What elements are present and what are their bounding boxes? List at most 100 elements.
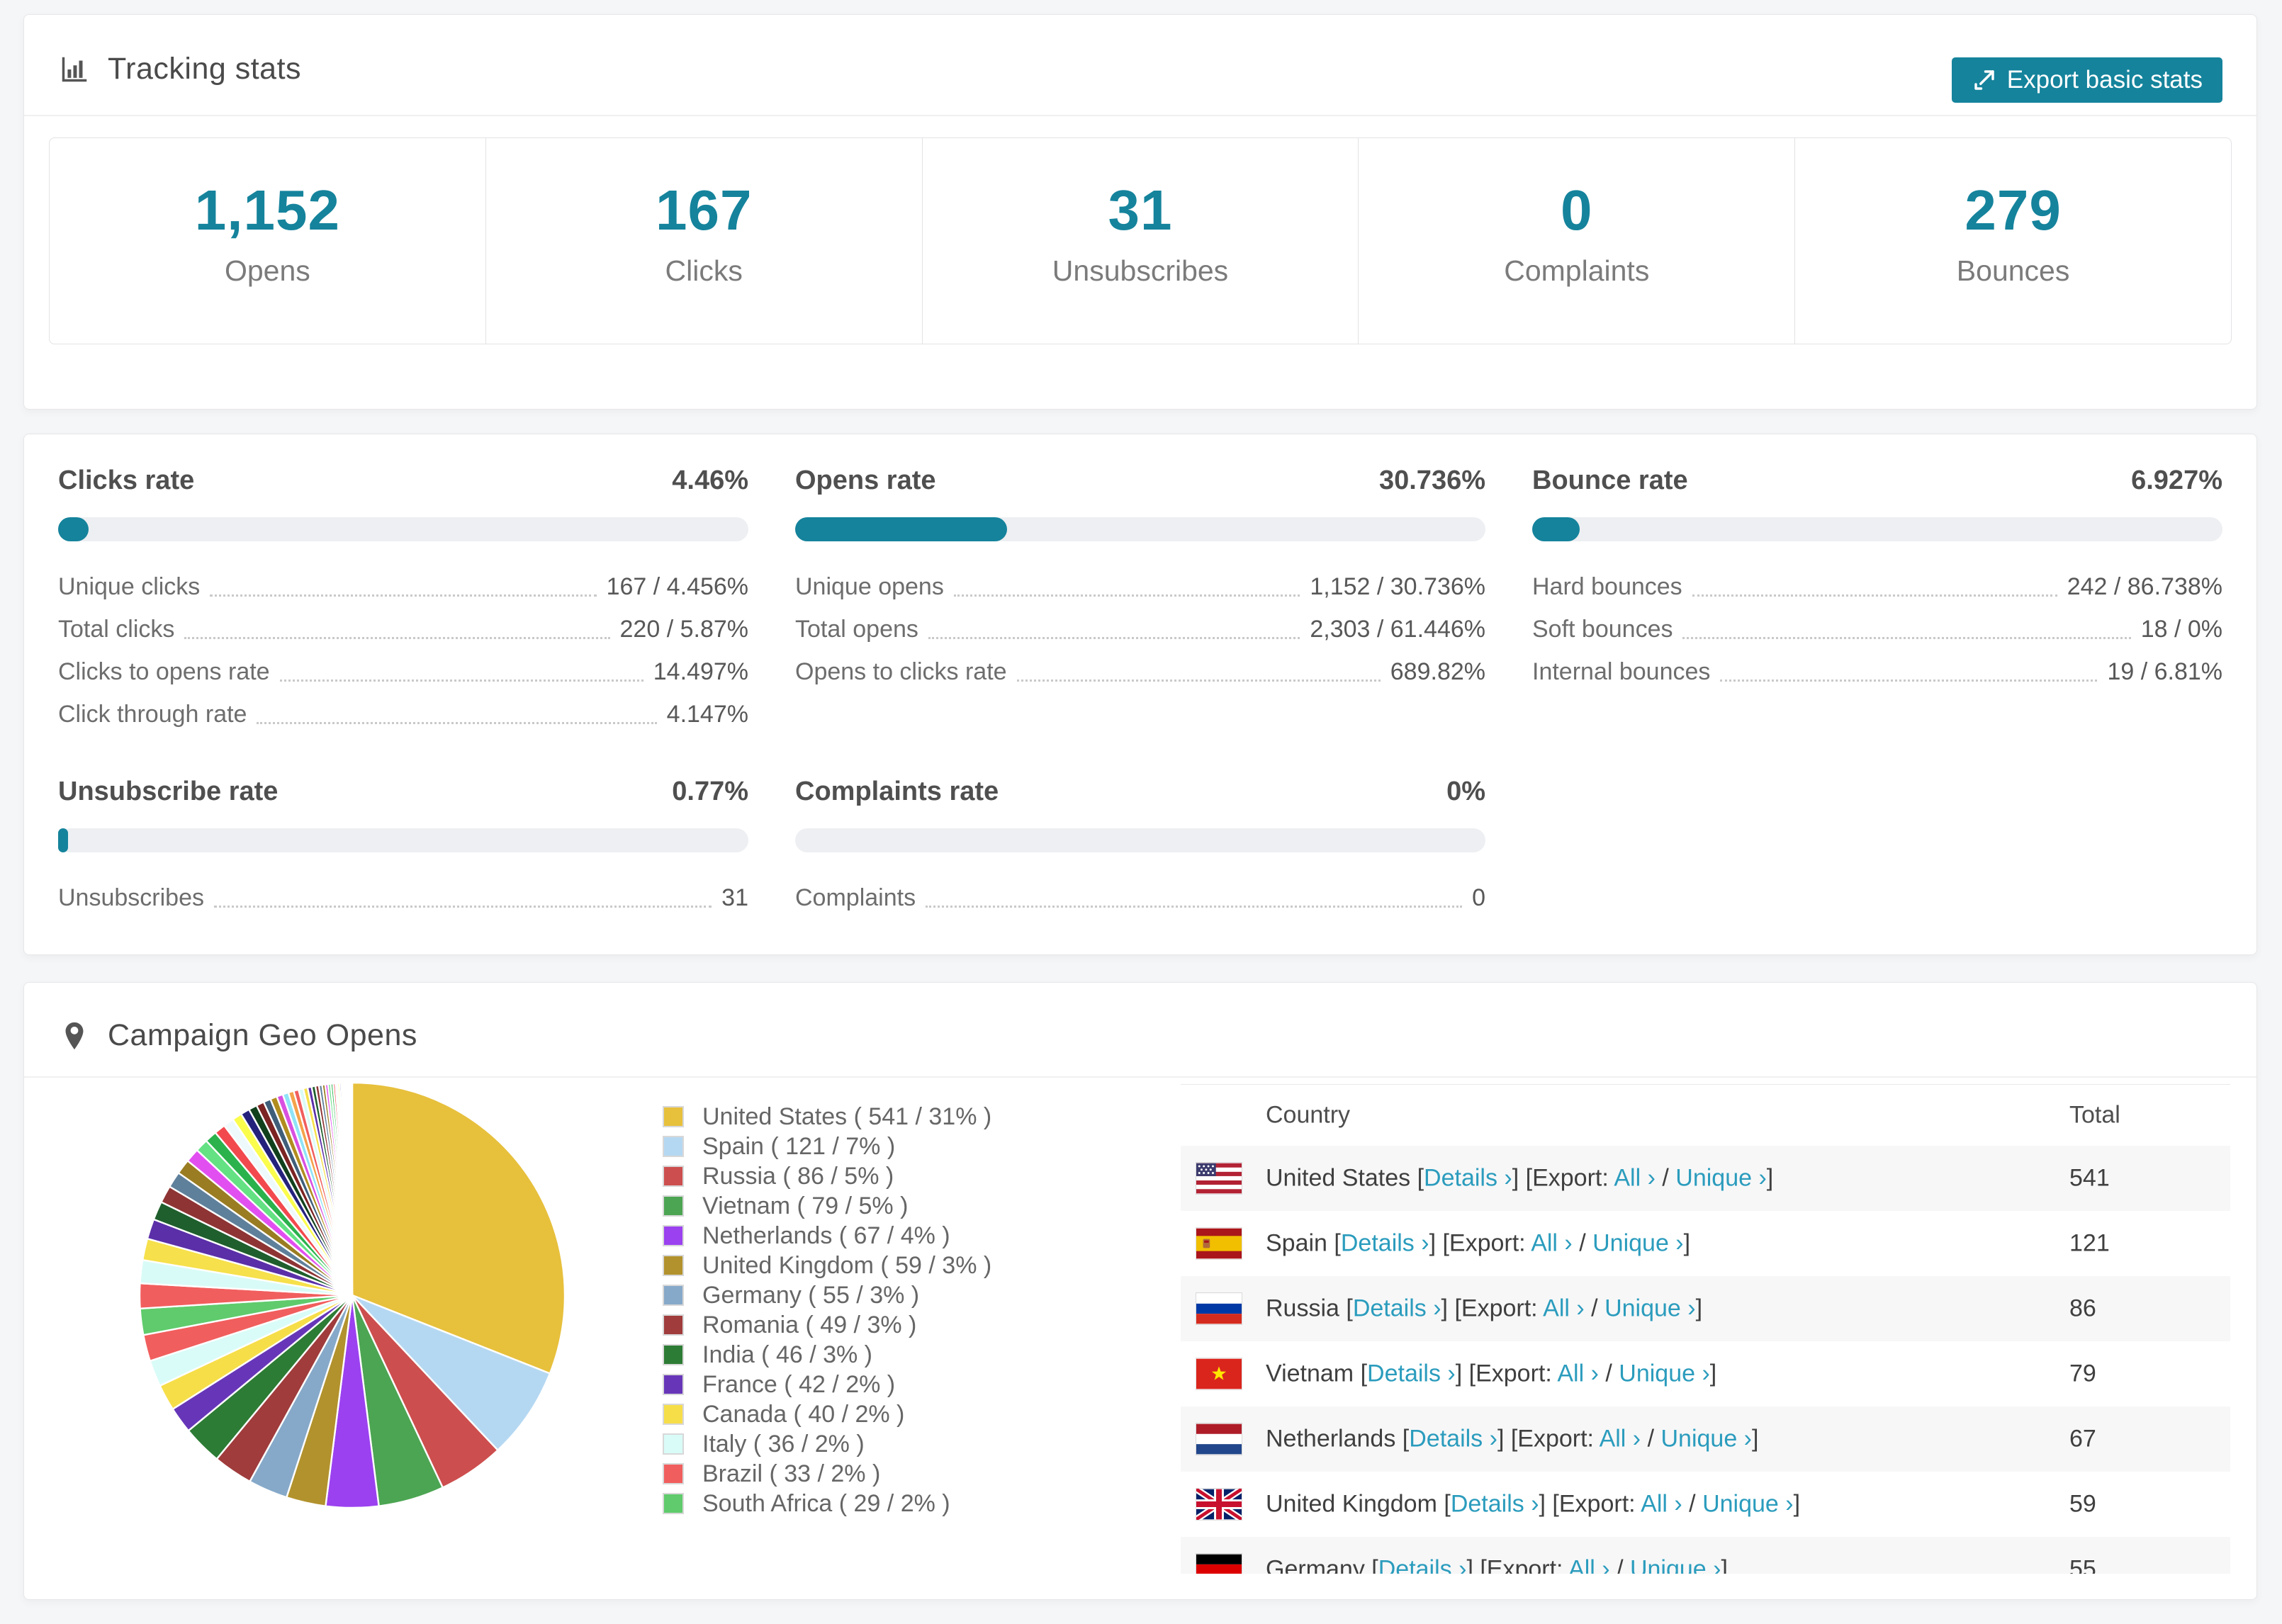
stat-value: 0 [1561,179,1593,242]
country-total: 541 [2069,1164,2110,1192]
stat-label: Bounces [1956,254,2070,287]
geo-table-row-vn: Vietnam [Details ›] [Export: All › / Uni… [1181,1341,2230,1406]
rate-detail-row: Clicks to opens rate 14.497% [58,658,748,685]
legend-item: United Kingdom ( 59 / 3% ) [663,1251,991,1280]
dotted-leader [1016,680,1381,682]
dotted-leader [928,637,1300,639]
geo-table: Country Total United States [Details ›] … [1181,1084,2230,1574]
legend-swatch [663,1433,684,1455]
legend-item: France ( 42 / 2% ) [663,1370,991,1399]
rate-detail-row: Complaints 0 [795,884,1485,911]
export-all-link[interactable]: All › [1641,1491,1682,1518]
legend-label: Netherlands ( 67 / 4% ) [702,1222,950,1249]
geo-table-header: Country Total [1181,1085,2230,1146]
details-link[interactable]: Details › [1341,1230,1429,1257]
export-all-link[interactable]: All › [1568,1556,1610,1574]
flag-icon-de [1196,1554,1242,1574]
stat-box-bounces: 279 Bounces [1795,138,2231,344]
details-link[interactable]: Details › [1451,1491,1539,1518]
export-unique-link[interactable]: Unique › [1604,1295,1696,1322]
dotted-leader [257,722,657,724]
legend-swatch [663,1344,684,1365]
export-unique-link[interactable]: Unique › [1630,1556,1721,1574]
tracking-card-header: Tracking stats [24,15,2256,116]
progress-bar [795,828,1485,852]
export-all-link[interactable]: All › [1543,1295,1585,1322]
stat-box-opens: 1,152 Opens [50,138,486,344]
flag-icon-gb [1196,1489,1242,1520]
legend-label: Spain ( 121 / 7% ) [702,1132,896,1160]
legend-item: South Africa ( 29 / 2% ) [663,1489,991,1518]
geo-table-row-ru: Russia [Details ›] [Export: All › / Uniq… [1181,1276,2230,1341]
stat-label: Complaints [1504,254,1650,287]
rate-title: Unsubscribe rate [58,777,279,806]
export-all-link[interactable]: All › [1531,1230,1573,1257]
rate-title: Bounce rate [1532,466,1688,495]
export-unique-link[interactable]: Unique › [1675,1165,1767,1192]
country-name: Netherlands [1266,1425,1396,1453]
legend-label: Germany ( 55 / 3% ) [702,1281,920,1309]
rate-detail-row: Total opens 2,303 / 61.446% [795,616,1485,643]
legend-label: Vietnam ( 79 / 5% ) [702,1192,909,1219]
bar-chart-icon [58,53,91,86]
dotted-leader [926,906,1463,908]
dotted-leader [1682,637,2131,639]
geo-table-row-gb: United Kingdom [Details ›] [Export: All … [1181,1472,2230,1537]
export-unique-link[interactable]: Unique › [1702,1491,1794,1518]
flag-icon-ru [1196,1293,1242,1324]
rates-card: Clicks rate 4.46% Unique clicks 167 / 4.… [23,434,2257,955]
rate-detail-row: Opens to clicks rate 689.82% [795,658,1485,685]
stat-value: 167 [655,179,753,242]
legend-swatch [663,1195,684,1217]
legend-item: Romania ( 49 / 3% ) [663,1310,991,1340]
details-link[interactable]: Details › [1367,1360,1456,1387]
legend-item: United States ( 541 / 31% ) [663,1102,991,1132]
export-icon [1974,70,1994,90]
legend-swatch [663,1404,684,1425]
details-link[interactable]: Details › [1353,1295,1441,1322]
country-name: Spain [1266,1229,1327,1257]
legend-swatch [663,1493,684,1514]
stat-label: Unsubscribes [1052,254,1229,287]
rate-detail-row: Unique opens 1,152 / 30.736% [795,573,1485,600]
dotted-leader [184,637,610,639]
export-all-link[interactable]: All › [1614,1165,1656,1192]
legend-item: Netherlands ( 67 / 4% ) [663,1221,991,1251]
export-all-link[interactable]: All › [1600,1426,1641,1453]
details-link[interactable]: Details › [1424,1165,1512,1192]
progress-bar-fill [58,517,89,541]
legend-swatch [663,1314,684,1336]
details-link[interactable]: Details › [1378,1556,1467,1574]
rate-block-opens: Opens rate 30.736% Unique opens 1,152 / … [795,466,1485,735]
export-unique-link[interactable]: Unique › [1592,1230,1684,1257]
progress-bar [795,517,1485,541]
rate-block-unsubscribe: Unsubscribe rate 0.77% Unsubscribes 31 [58,777,748,919]
flag-icon-es [1196,1228,1242,1259]
dotted-leader [953,594,1300,597]
export-unique-link[interactable]: Unique › [1660,1426,1752,1453]
stat-label: Opens [224,254,310,287]
rate-detail-row: Soft bounces 18 / 0% [1532,616,2222,643]
legend-label: United States ( 541 / 31% ) [702,1103,992,1130]
rates-grid: Clicks rate 4.46% Unique clicks 167 / 4.… [24,434,2256,950]
legend-item: India ( 46 / 3% ) [663,1340,991,1370]
export-basic-stats-button[interactable]: Export basic stats [1951,57,2222,103]
legend-item: Russia ( 86 / 5% ) [663,1161,991,1191]
rate-detail-row: Total clicks 220 / 5.87% [58,616,748,643]
progress-bar [58,828,748,852]
legend-swatch [663,1166,684,1187]
legend-label: Romania ( 49 / 3% ) [702,1311,917,1338]
stat-value: 279 [1965,179,2062,242]
legend-label: Russia ( 86 / 5% ) [702,1162,894,1190]
details-link[interactable]: Details › [1409,1426,1497,1453]
rate-title: Opens rate [795,466,936,495]
export-all-link[interactable]: All › [1557,1360,1599,1387]
tracking-stats-card: Tracking stats Export basic stats 1,152 … [23,14,2257,410]
legend-item: Canada ( 40 / 2% ) [663,1399,991,1429]
legend-swatch [663,1463,684,1484]
dotted-leader [279,680,643,682]
export-button-label: Export basic stats [2006,66,2203,94]
geo-pie-chart [138,1081,566,1509]
export-unique-link[interactable]: Unique › [1619,1360,1710,1387]
rate-detail-row: Internal bounces 19 / 6.81% [1532,658,2222,685]
